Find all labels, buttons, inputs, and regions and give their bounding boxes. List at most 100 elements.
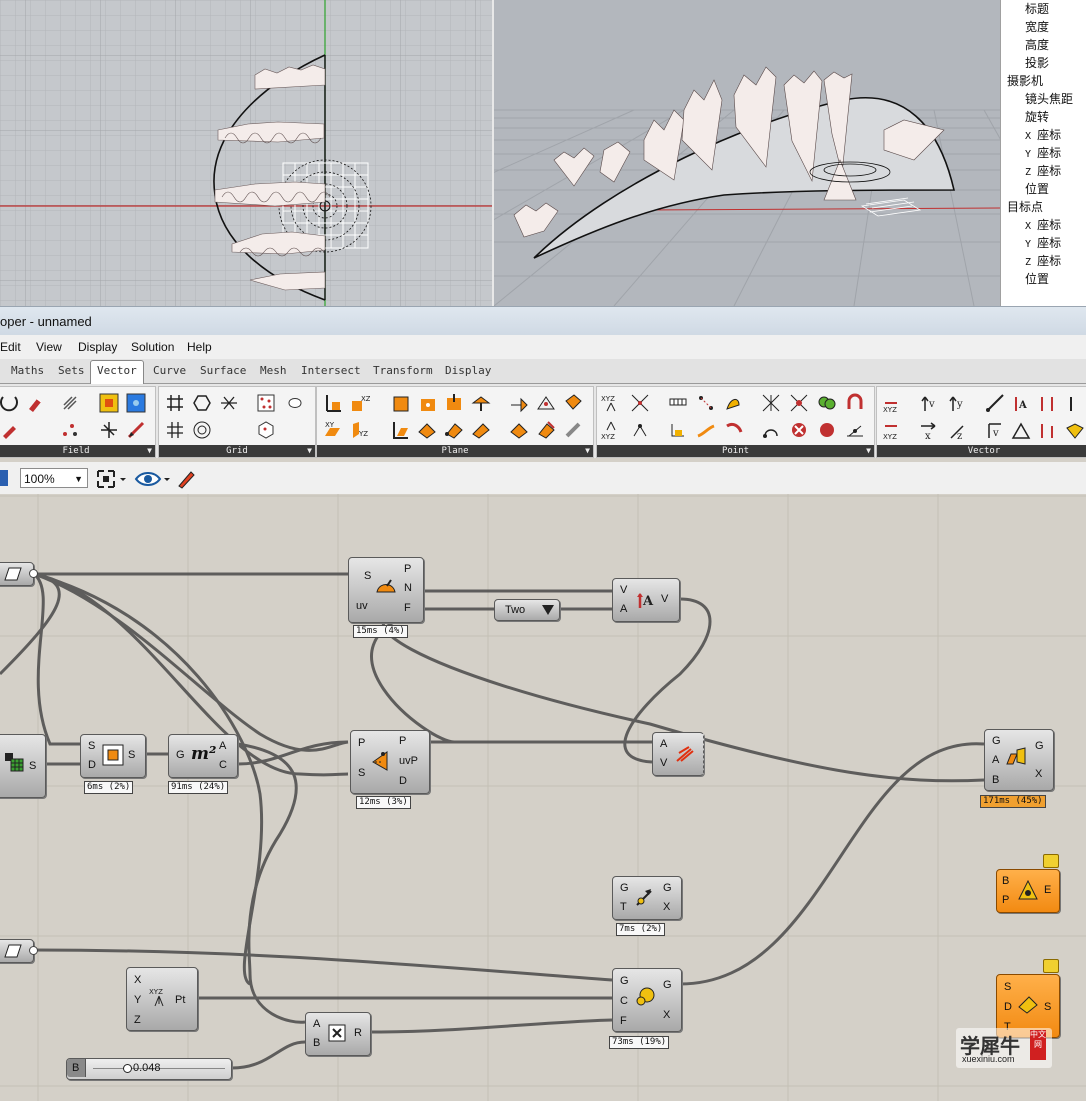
sort-points-icon[interactable]	[817, 420, 837, 440]
zoom-dropdown[interactable]: 100% ▼	[20, 468, 88, 488]
tab-sets[interactable]: Sets	[58, 364, 85, 377]
amplitude-icon[interactable]: A	[1011, 393, 1031, 413]
property-row[interactable]: 旋转	[1001, 108, 1086, 126]
yz-plane-icon[interactable]: YZ	[350, 420, 370, 440]
amplitude-component[interactable]: V A V A	[612, 578, 680, 622]
property-row[interactable]: Z 座标	[1001, 162, 1086, 180]
orient-component[interactable]: G A B G X	[984, 729, 1054, 791]
property-row[interactable]: X 座标	[1001, 126, 1086, 144]
point-on-line-icon[interactable]	[845, 420, 865, 440]
rhino-viewport-perspective[interactable]	[494, 0, 1000, 306]
plane-offset-icon[interactable]	[471, 393, 491, 413]
vector-xyz-icon[interactable]: XYZ	[881, 393, 901, 414]
zoom-extents-icon[interactable]	[96, 469, 126, 492]
point-polar-icon[interactable]	[630, 393, 650, 413]
line-plane-icon[interactable]	[390, 420, 410, 440]
save-icon[interactable]	[0, 470, 8, 486]
point-oriented-icon[interactable]	[723, 393, 743, 413]
unit-y-icon[interactable]: y	[947, 393, 967, 413]
menu-help[interactable]: Help	[187, 340, 212, 354]
value-list-component[interactable]: Two	[494, 599, 560, 621]
unit-vector-icon[interactable]: v	[919, 393, 939, 413]
property-row[interactable]: 宽度	[1001, 18, 1086, 36]
number-slider[interactable]: B 0.048	[66, 1058, 232, 1080]
cull-duplicates-icon[interactable]	[817, 393, 837, 413]
area-component[interactable]: G A C m²	[168, 734, 238, 778]
barycentric-icon[interactable]	[668, 420, 688, 440]
menu-solution[interactable]: Solution	[131, 340, 174, 354]
hexagonal-grid-icon[interactable]	[192, 393, 212, 413]
property-row[interactable]: 摄影机	[1001, 72, 1086, 90]
plane-fit-icon[interactable]	[563, 393, 583, 413]
surface-bounds-component[interactable]: S D S	[80, 734, 146, 778]
field-line-icon[interactable]	[126, 420, 146, 440]
distance-icon[interactable]	[761, 420, 781, 440]
property-row[interactable]: 位置	[1001, 270, 1086, 288]
field-tensor-icon[interactable]	[99, 420, 119, 440]
scale-component[interactable]: G C F G X	[612, 968, 682, 1032]
plane-3pt-icon[interactable]	[444, 420, 464, 440]
plane-origin-icon[interactable]	[417, 393, 437, 413]
construct-point-component[interactable]: X Y Z Pt XYZ	[126, 967, 198, 1031]
rotate-plane-icon[interactable]	[417, 420, 437, 440]
field-display-direction-icon[interactable]	[126, 393, 146, 413]
property-row[interactable]: X 座标	[1001, 216, 1086, 234]
field-points-icon[interactable]	[60, 420, 80, 440]
deconstruct-point-icon[interactable]: XYZ	[601, 420, 621, 441]
align-plane-icon[interactable]	[471, 420, 491, 440]
menu-display[interactable]: Display	[78, 340, 117, 354]
property-row[interactable]: 标题	[1001, 0, 1086, 18]
vector-2pt-icon[interactable]	[985, 393, 1005, 413]
tab-vector[interactable]: Vector	[90, 360, 144, 386]
preview-eye-icon[interactable]	[134, 469, 172, 492]
multiplication-component[interactable]: A B R	[305, 1012, 371, 1056]
radial-grid-icon[interactable]	[192, 420, 212, 440]
flip-plane-icon[interactable]	[563, 420, 583, 440]
construct-point-icon[interactable]: XYZ	[601, 393, 621, 413]
plane-normal-icon[interactable]	[323, 393, 343, 413]
populate-3d-icon[interactable]	[256, 420, 276, 440]
vector-multiply-icon[interactable]	[1065, 393, 1085, 413]
closest-point-icon[interactable]	[696, 393, 716, 413]
point-charge-icon[interactable]	[0, 420, 19, 440]
rhino-viewport-front[interactable]	[0, 0, 492, 306]
warning-balloon-icon[interactable]	[1043, 959, 1059, 973]
property-row[interactable]: Y 座标	[1001, 144, 1086, 162]
output-port[interactable]	[29, 946, 38, 955]
pull-point-icon[interactable]	[845, 393, 865, 413]
point-groups-icon[interactable]	[761, 393, 781, 413]
vector-display-component[interactable]: A V	[652, 732, 704, 776]
field-line-charge-icon[interactable]	[0, 393, 19, 413]
cull-point-icon[interactable]	[789, 420, 809, 440]
rectangular-grid-icon[interactable]	[165, 393, 185, 413]
slider-knob[interactable]	[123, 1064, 132, 1073]
grasshopper-canvas[interactable]: S uv P N F 15ms (4%) Two V A V A S S D S…	[0, 494, 1086, 1101]
construct-plane-icon[interactable]	[390, 393, 410, 413]
property-row[interactable]: 投影	[1001, 54, 1086, 72]
unit-x-icon[interactable]: x	[919, 420, 939, 442]
surface-closest-point-component[interactable]: P S P uvP D	[350, 730, 430, 794]
tab-mesh[interactable]: Mesh	[260, 364, 287, 377]
menu-edit[interactable]: Edit	[0, 340, 21, 354]
magnet-field-icon[interactable]	[24, 393, 44, 413]
populate-geometry-icon[interactable]	[285, 393, 305, 413]
property-row[interactable]: 镜头焦距	[1001, 90, 1086, 108]
deconstruct-plane-icon[interactable]	[536, 420, 556, 440]
tab-display[interactable]: Display	[445, 364, 491, 377]
property-row[interactable]: Y 座标	[1001, 234, 1086, 252]
field-display-scalar-icon[interactable]	[99, 393, 119, 413]
property-row[interactable]: Z 座标	[1001, 252, 1086, 270]
warning-balloon-icon[interactable]	[1043, 854, 1059, 868]
output-port[interactable]	[29, 569, 38, 578]
tab-transform[interactable]: Transform	[373, 364, 433, 377]
sort-along-curve-icon[interactable]	[723, 420, 743, 440]
point-list-icon[interactable]	[630, 420, 650, 440]
tab-curve[interactable]: Curve	[153, 364, 186, 377]
square-grid-icon[interactable]	[165, 420, 185, 440]
unit-z-icon[interactable]: z	[947, 420, 967, 442]
value-list-dropdown-icon[interactable]	[541, 604, 555, 619]
evaluate-surface-component[interactable]: S uv P N F	[348, 557, 424, 623]
window-title-bar[interactable]: oper - unnamed	[0, 306, 1086, 336]
vector-display-icon[interactable]	[1065, 420, 1085, 440]
tab-surface[interactable]: Surface	[200, 364, 246, 377]
